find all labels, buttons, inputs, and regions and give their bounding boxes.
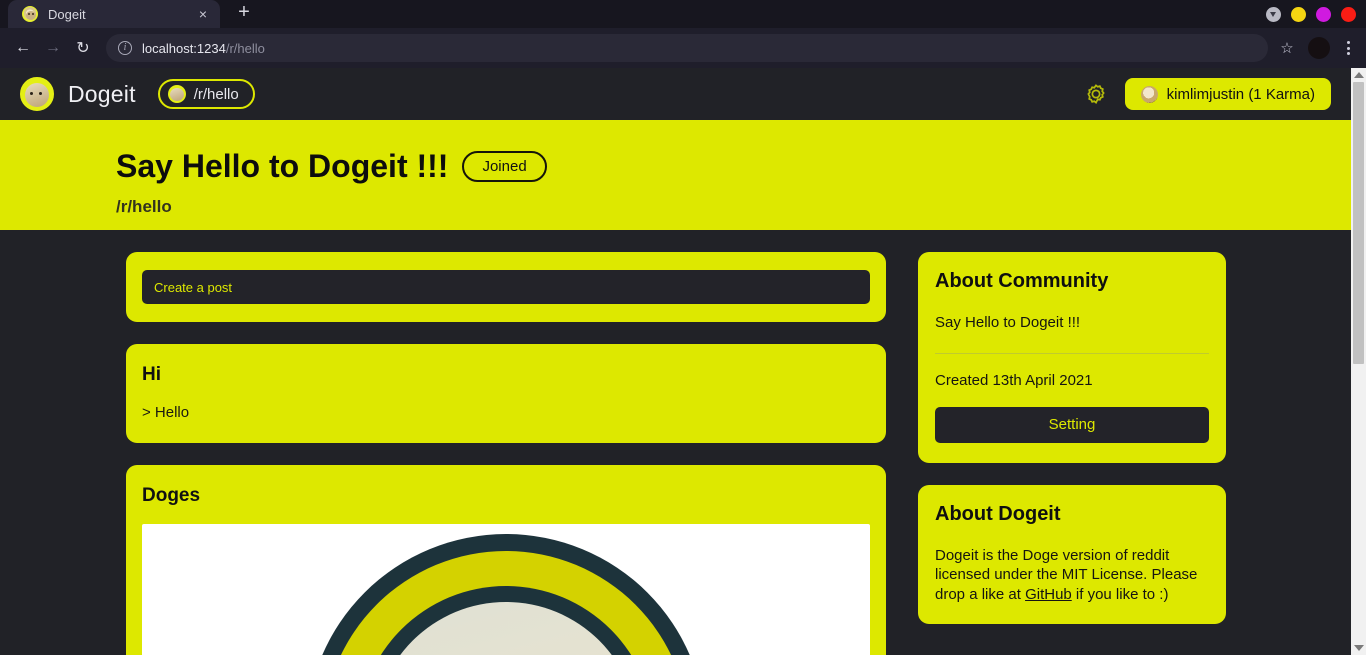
post-body: > Hello (142, 404, 190, 421)
content-area: Hi > Hello Doges About Co (0, 230, 1351, 655)
post-title: Doges (142, 485, 201, 506)
browser-tabstrip: Dogeit × + (0, 0, 1366, 28)
brand-name: Dogeit (68, 80, 136, 107)
scroll-up-icon[interactable] (1353, 72, 1364, 78)
post-card[interactable]: Hi > Hello (126, 344, 886, 443)
page-content: Dogeit /r/hello kimlimjustin (1 Karma) S… (0, 68, 1351, 655)
post-title: Hi (142, 364, 161, 385)
subreddit-pill[interactable]: /r/hello (157, 79, 255, 109)
scrollbar-thumb[interactable] (1353, 82, 1364, 364)
page-title: Say Hello to Dogeit !!! (116, 148, 449, 184)
subreddit-avatar-icon (167, 85, 186, 103)
gear-icon[interactable] (1085, 83, 1107, 105)
url-path: /r/hello (225, 40, 265, 56)
page-viewport: Dogeit /r/hello kimlimjustin (1 Karma) S… (0, 68, 1366, 655)
minimize-dot-icon[interactable] (1291, 6, 1306, 22)
banner-subtitle: /r/hello (116, 197, 172, 216)
browser-navbar: ← → ↻ i localhost:1234/r/hello ☆ (0, 28, 1366, 68)
browser-tab[interactable]: Dogeit × (8, 0, 220, 28)
doge-favicon-icon (22, 6, 38, 22)
about-dogeit-title: About Dogeit (935, 502, 1061, 525)
about-community-description: Say Hello to Dogeit !!! (935, 314, 1081, 331)
browser-window: Dogeit × + ← → ↻ i localhost:1234/r/hell… (0, 0, 1366, 655)
url-host: localhost:1234 (142, 40, 226, 56)
community-created-date: Created 13th April 2021 (935, 371, 1093, 389)
post-card[interactable]: Doges (126, 465, 886, 655)
brand-logo[interactable]: Dogeit (20, 77, 136, 111)
page-scrollbar[interactable] (1351, 68, 1366, 655)
close-dot-icon[interactable] (1341, 6, 1356, 22)
create-post-card (126, 252, 886, 322)
site-info-icon[interactable]: i (118, 41, 132, 55)
close-icon[interactable]: × (194, 5, 212, 23)
about-community-title: About Community (935, 270, 1109, 292)
app-header-right: kimlimjustin (1 Karma) (1085, 78, 1331, 110)
subreddit-pill-label: /r/hello (193, 85, 239, 103)
about-dogeit-card: About Dogeit Dogeit is the Doge version … (918, 484, 1226, 624)
user-account-button[interactable]: kimlimjustin (1 Karma) (1124, 78, 1331, 110)
main-column: Hi > Hello Doges (126, 252, 886, 655)
github-link[interactable]: GitHub (1025, 586, 1072, 603)
address-bar-url: localhost:1234/r/hello (142, 41, 265, 56)
reload-icon[interactable]: ↻ (68, 33, 98, 63)
banner-title-row: Say Hello to Dogeit !!! Joined (116, 148, 1351, 185)
sidebar-column: About Community Say Hello to Dogeit !!! … (918, 252, 1226, 655)
bookmark-star-icon[interactable]: ☆ (1274, 39, 1300, 57)
address-bar[interactable]: i localhost:1234/r/hello (106, 34, 1268, 62)
create-post-input[interactable] (142, 270, 870, 304)
maximize-dot-icon[interactable] (1316, 6, 1331, 22)
community-banner: Say Hello to Dogeit !!! Joined /r/hello (0, 122, 1351, 230)
about-text-after: if you like to :) (1071, 585, 1169, 603)
about-dogeit-text: Dogeit is the Doge version of reddit lic… (935, 546, 1209, 605)
tab-title: Dogeit (48, 6, 86, 22)
window-controls (1266, 0, 1356, 28)
joined-badge[interactable]: Joined (462, 151, 547, 182)
scroll-down-icon[interactable] (1353, 645, 1364, 651)
doge-badge-image (306, 534, 706, 655)
forward-icon[interactable]: → (38, 33, 68, 63)
app-header: Dogeit /r/hello kimlimjustin (1 Karma) (0, 68, 1351, 122)
user-avatar-icon (1140, 85, 1158, 103)
setting-button[interactable]: Setting (935, 406, 1209, 443)
post-image (142, 524, 870, 655)
collapse-dot-icon[interactable] (1266, 6, 1281, 22)
browser-menu-icon[interactable] (1338, 41, 1358, 55)
new-tab-button[interactable]: + (230, 0, 258, 26)
user-account-label: kimlimjustin (1 Karma) (1166, 85, 1315, 103)
about-community-card: About Community Say Hello to Dogeit !!! … (918, 252, 1226, 463)
browser-profile-avatar[interactable] (1308, 37, 1330, 59)
doge-logo-icon (20, 77, 54, 111)
divider (935, 352, 1209, 354)
back-icon[interactable]: ← (8, 33, 38, 63)
